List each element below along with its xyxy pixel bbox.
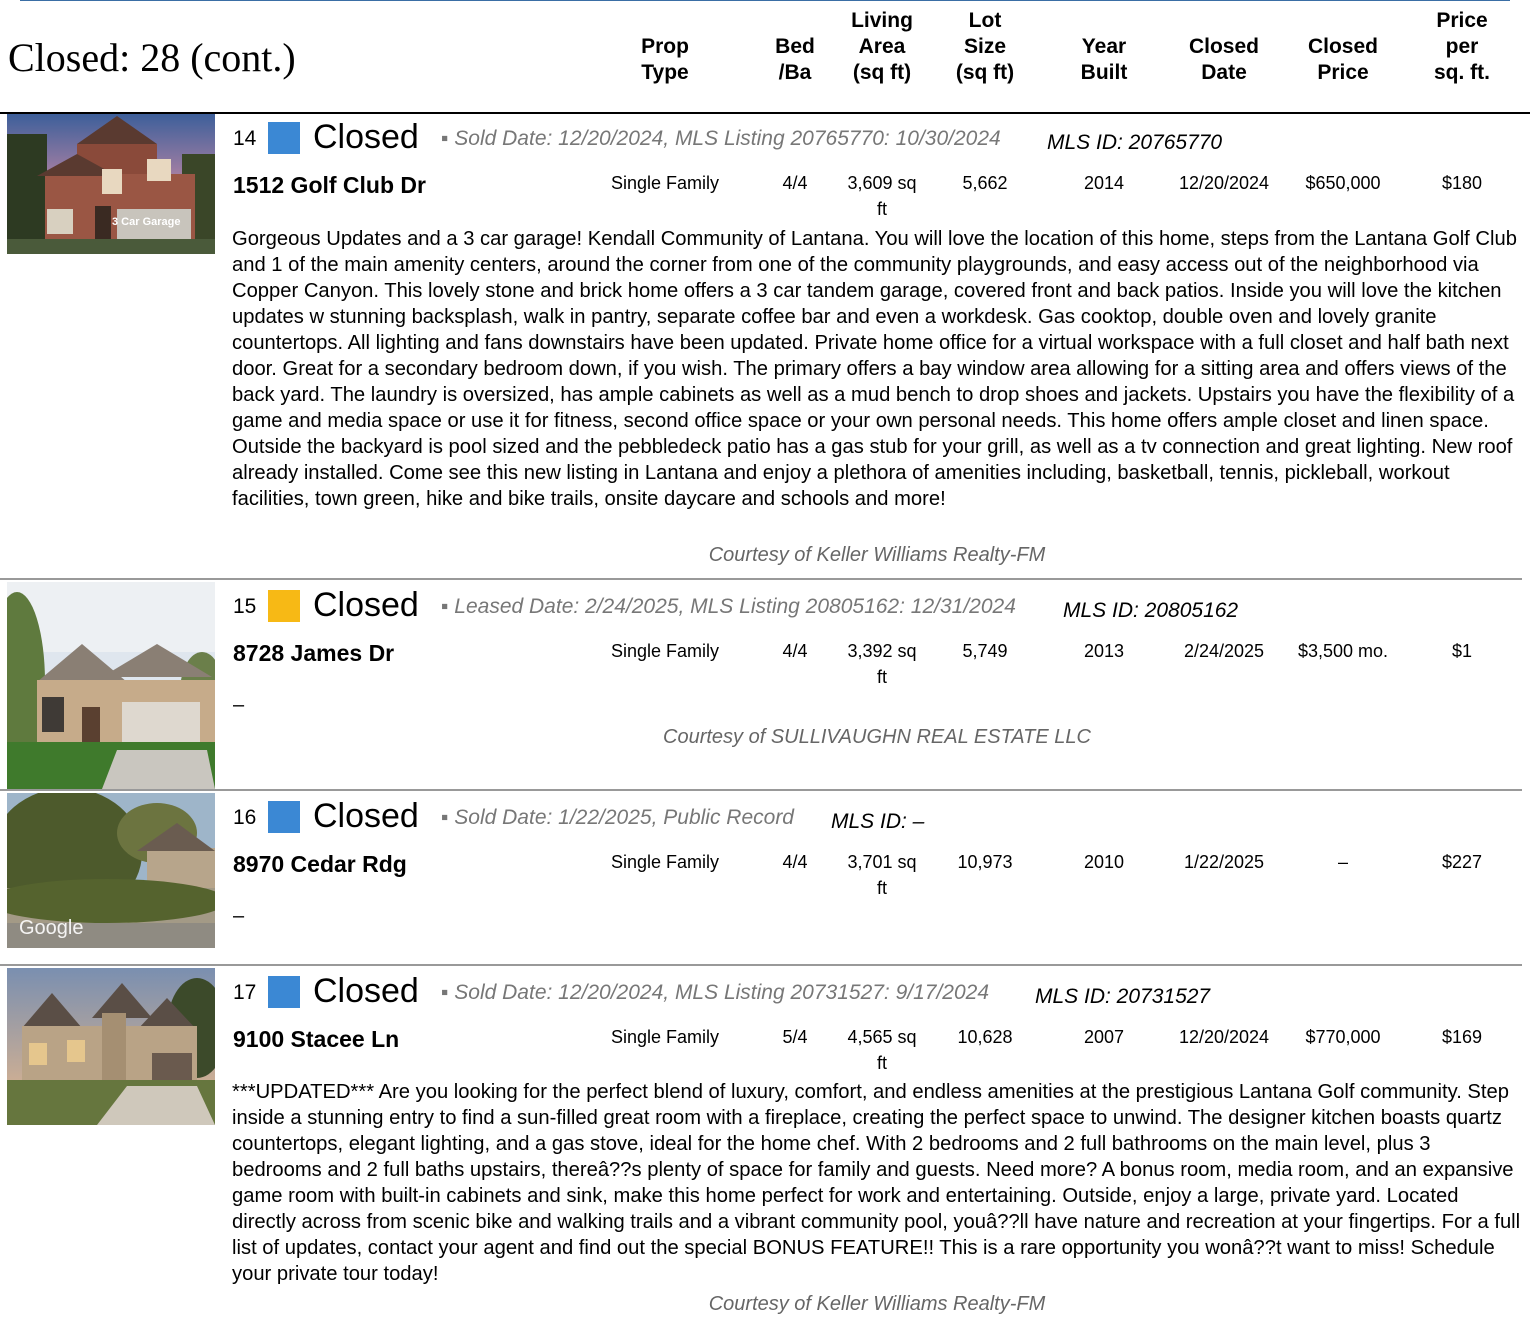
listing-photo[interactable]: Google [7, 793, 215, 948]
column-header-prop-type: Prop Type [641, 35, 689, 84]
closed-price: $650,000 [1305, 173, 1381, 193]
price-per-sqft: $1 [1451, 641, 1473, 661]
year-built: 2010 [1083, 852, 1125, 872]
prop-type: Single Family [610, 1027, 720, 1047]
column-header-lot-size: Lot Size (sq ft) [955, 9, 1015, 84]
listing-photo[interactable] [7, 968, 215, 1125]
closed-price: – [1337, 852, 1348, 872]
lot-size: 5,749 [962, 641, 1008, 661]
listing-divider [0, 789, 1522, 791]
year-built: 2013 [1083, 641, 1125, 661]
living-area: 3,609 sq ft [847, 173, 917, 219]
mls-id: MLS ID: – [831, 810, 925, 833]
lot-size: 5,662 [962, 173, 1008, 193]
column-header-price-per-sqft: Price per sq. ft. [1434, 9, 1490, 84]
listing-address[interactable]: 1512 Golf Club Dr [233, 172, 426, 199]
prop-type: Single Family [610, 852, 720, 872]
status-label: Closed [313, 972, 419, 1010]
closed-date: 12/20/2024 [1178, 173, 1270, 193]
living-area: 3,701 sq ft [847, 852, 917, 898]
lot-size: 10,973 [957, 852, 1013, 872]
column-header-closed-price: Closed Price [1307, 35, 1378, 84]
closed-date: 2/24/2025 [1183, 641, 1265, 661]
mls-id: MLS ID: 20805162 [1063, 599, 1239, 622]
listing-divider [0, 578, 1522, 580]
listing-courtesy: Courtesy of SULLIVAUGHN REAL ESTATE LLC [663, 726, 1091, 748]
listing-description: ***UPDATED*** Are you looking for the pe… [232, 1081, 1521, 1285]
status-label: Closed [313, 586, 419, 624]
mls-id: MLS ID: 20765770 [1047, 131, 1223, 154]
price-per-sqft: $180 [1441, 173, 1483, 193]
lot-size: 10,628 [957, 1027, 1013, 1047]
closed-date: 12/20/2024 [1178, 1027, 1270, 1047]
listing-description: – [233, 694, 245, 716]
closed-price: $3,500 mo. [1297, 641, 1389, 661]
listing-dates: ▪ Sold Date: 12/20/2024, MLS Listing 207… [441, 981, 990, 1004]
column-header-closed-date: Closed Date [1188, 35, 1259, 84]
prop-type: Single Family [610, 173, 720, 193]
price-per-sqft: $169 [1441, 1027, 1483, 1047]
listing-number: 14 [233, 127, 257, 150]
year-built: 2014 [1083, 173, 1125, 193]
bed-ba: 5/4 [782, 1027, 808, 1047]
listing-dates: ▪ Sold Date: 12/20/2024, MLS Listing 207… [441, 127, 1001, 150]
photo-caption: 3 Car Garage [112, 216, 181, 228]
listing-description: – [233, 905, 245, 927]
page-title: Closed: 28 (cont.) [8, 35, 296, 80]
closed-price: $770,000 [1305, 1027, 1381, 1047]
status-label: Closed [313, 118, 419, 156]
bed-ba: 4/4 [782, 852, 808, 872]
listing-address[interactable]: 8970 Cedar Rdg [233, 851, 407, 878]
listing-dates: ▪ Leased Date: 2/24/2025, MLS Listing 20… [441, 595, 1016, 618]
listing-divider [0, 964, 1522, 966]
listing-number: 17 [233, 981, 257, 1004]
status-label: Closed [313, 797, 419, 835]
living-area: 3,392 sq ft [847, 641, 917, 687]
listing-number: 15 [233, 595, 257, 618]
status-sold-square-icon [268, 801, 300, 833]
listing-photo[interactable] [7, 582, 215, 789]
column-header-living-area: Living Area (sq ft) [851, 9, 913, 84]
status-leased-square-icon [268, 590, 300, 622]
year-built: 2007 [1083, 1027, 1125, 1047]
listing-dates: ▪ Sold Date: 1/22/2025, Public Record [441, 806, 794, 829]
listing-number: 16 [233, 806, 257, 829]
mls-id: MLS ID: 20731527 [1035, 985, 1211, 1008]
closed-date: 1/22/2025 [1183, 852, 1265, 872]
living-area: 4,565 sq ft [847, 1027, 917, 1073]
photo-caption: Google [19, 917, 84, 939]
listing-address[interactable]: 9100 Stacee Ln [233, 1026, 399, 1053]
column-header-year-built: Year Built [1080, 35, 1128, 84]
listing-address[interactable]: 8728 James Dr [233, 640, 394, 667]
column-header-bed-ba: Bed /Ba [775, 35, 815, 84]
listing-description: Gorgeous Updates and a 3 car garage! Ken… [232, 228, 1517, 510]
price-per-sqft: $227 [1441, 852, 1483, 872]
prop-type: Single Family [610, 641, 720, 661]
listing-courtesy: Courtesy of Keller Williams Realty-FM [708, 544, 1046, 566]
status-sold-square-icon [268, 976, 300, 1008]
status-sold-square-icon [268, 122, 300, 154]
listing-courtesy: Courtesy of Keller Williams Realty-FM [708, 1293, 1046, 1315]
bed-ba: 4/4 [782, 641, 808, 661]
bed-ba: 4/4 [782, 173, 808, 193]
table-header: Closed: 28 (cont.) Prop Type Bed /Ba Liv… [0, 0, 1530, 114]
listing-photo[interactable]: 3 Car Garage [7, 114, 215, 254]
